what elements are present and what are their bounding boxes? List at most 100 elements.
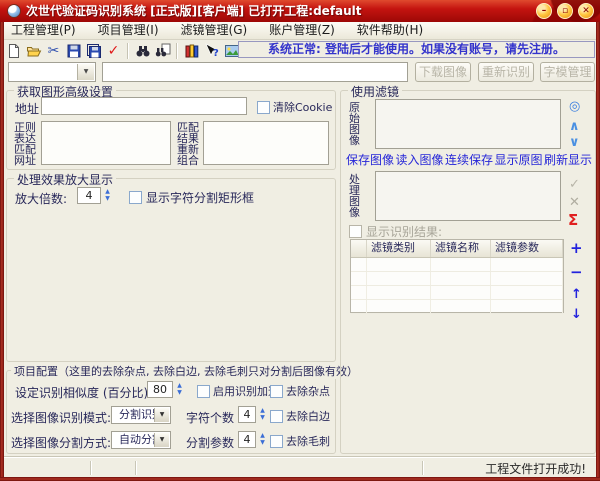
save-all-button[interactable] <box>84 41 103 60</box>
refresh-display-link[interactable]: 刷新显示 <box>544 151 592 168</box>
cut-button[interactable]: ✂ <box>44 41 63 60</box>
address-label: 地址 <box>15 100 39 117</box>
close-button[interactable]: ✕ <box>578 3 594 19</box>
captcha-url-input[interactable] <box>102 62 408 82</box>
image-link-row: 保存图像 读入图像 连续保存 显示原图 刷新显示 <box>346 151 592 168</box>
download-image-button[interactable]: 下载图像 <box>415 62 471 82</box>
charcount-stepper[interactable]: ▲ ▼ <box>257 406 268 423</box>
maximize-button[interactable]: ▫ <box>557 3 573 19</box>
open-project-button[interactable] <box>24 41 43 60</box>
show-original-link[interactable]: 显示原图 <box>494 151 542 168</box>
header-filter-category[interactable]: 滤镜类别 <box>367 240 431 257</box>
spin-down-icon[interactable]: ▼ <box>257 415 268 421</box>
spin-down-icon[interactable]: ▼ <box>174 390 185 396</box>
similarity-stepper[interactable]: ▲ ▼ <box>174 381 185 398</box>
show-result-option: 显示识别结果: <box>349 223 442 240</box>
add-filter-icon[interactable]: + <box>570 239 583 257</box>
cancel-cross-icon[interactable]: ✕ <box>569 195 580 210</box>
menu-project-mgmt[interactable]: 工程管理(P) <box>0 22 87 39</box>
accel-option[interactable]: 启用识别加速 <box>197 383 279 399</box>
regex-url-textarea[interactable] <box>41 121 171 165</box>
toolbar: ✂ ✓ ? <box>4 40 236 61</box>
spin-down-icon[interactable]: ▼ <box>102 196 113 202</box>
spin-down-icon[interactable]: ▼ <box>257 440 268 446</box>
project-combobox[interactable]: ▼ <box>8 62 96 82</box>
status-message: 工程文件打开成功! <box>485 460 586 477</box>
splitparam-stepper[interactable]: ▲ ▼ <box>257 431 268 448</box>
zoom-factor-stepper[interactable]: ▲ ▼ <box>102 187 113 204</box>
filter-table-header: 滤镜类别 滤镜名称 滤镜参数 <box>351 240 563 258</box>
table-row[interactable] <box>351 258 563 272</box>
header-filter-params[interactable]: 滤镜参数 <box>491 240 563 257</box>
recombine-textarea[interactable] <box>203 121 329 165</box>
load-image-link[interactable]: 读入图像 <box>395 151 443 168</box>
show-result-label: 显示识别结果: <box>366 223 442 240</box>
save-all-icon <box>86 43 102 59</box>
move-up-icon[interactable]: ↑ <box>571 287 582 302</box>
binoculars-icon <box>135 43 151 59</box>
burr-checkbox[interactable] <box>270 435 283 448</box>
mode-dropdown[interactable]: 分割识别 ▼ <box>111 406 171 424</box>
mode-label: 选择图像识别模式: <box>11 409 111 426</box>
split-dropdown[interactable]: 自动分割 ▼ <box>111 431 171 449</box>
target-icon[interactable]: ◎ <box>569 99 580 114</box>
header-blank <box>351 240 367 257</box>
apply-check-icon[interactable]: ✓ <box>569 177 580 192</box>
confirm-button[interactable]: ✓ <box>104 41 123 60</box>
menu-account-mgmt[interactable]: 账户管理(Z) <box>258 22 346 39</box>
filter-group: 使用滤镜 原 始 图 像 ◎ ∧ ∨ 保存图像 读入图像 连续保存 显示原图 刷… <box>340 90 596 454</box>
chevron-down-icon[interactable]: ▼ <box>77 64 94 80</box>
app-icon <box>7 4 21 18</box>
show-split-rect-checkbox[interactable] <box>129 191 142 204</box>
chevron-up-icon[interactable]: ∧ <box>569 119 580 134</box>
continuous-save-link[interactable]: 连续保存 <box>445 151 493 168</box>
filter-table[interactable]: 滤镜类别 滤镜名称 滤镜参数 <box>350 239 564 313</box>
chevron-down-icon[interactable]: ▼ <box>154 408 169 422</box>
font-template-button[interactable]: 字模管理 <box>540 62 595 82</box>
remove-filter-icon[interactable]: − <box>570 263 583 281</box>
show-split-rect-option[interactable]: 显示字符分割矩形框 <box>129 189 254 206</box>
chevron-down-icon[interactable]: ▼ <box>154 433 169 447</box>
header-filter-name[interactable]: 滤镜名称 <box>431 240 491 257</box>
project-config-group: 项目配置（这里的去除杂点, 去除白边, 去除毛刺只对分割后图像有效） 设定识别相… <box>6 370 336 454</box>
denoise-option[interactable]: 去除杂点 <box>270 383 330 399</box>
binoculars-page-icon <box>155 43 171 59</box>
sigma-icon[interactable]: Σ <box>568 211 578 229</box>
save-button[interactable] <box>64 41 83 60</box>
menu-help[interactable]: 软件帮助(H) <box>346 22 434 39</box>
context-help-button[interactable]: ? <box>202 41 221 60</box>
clear-cookie-option[interactable]: 清除Cookie <box>257 99 332 115</box>
whiteedge-checkbox[interactable] <box>270 410 283 423</box>
capture-settings-group: 获取图形高级设置 地址 清除Cookie 正则 表达 匹配 网址 匹配 结果 重… <box>6 90 336 170</box>
regex-url-label: 正则 表达 匹配 网址 <box>14 122 36 166</box>
clear-cookie-checkbox[interactable] <box>257 101 270 114</box>
status-bar: 工程文件打开成功! <box>0 457 600 477</box>
move-down-icon[interactable]: ↓ <box>571 307 582 322</box>
table-row[interactable] <box>351 300 563 314</box>
new-file-button[interactable] <box>4 41 23 60</box>
denoise-checkbox[interactable] <box>270 385 283 398</box>
minimize-button[interactable]: – <box>536 3 552 19</box>
accel-checkbox[interactable] <box>197 385 210 398</box>
statistics-button[interactable] <box>182 41 201 60</box>
new-file-icon <box>6 43 22 59</box>
find-button[interactable] <box>133 41 152 60</box>
whiteedge-option[interactable]: 去除白边 <box>270 408 330 424</box>
splitparam-value[interactable]: 4 <box>238 431 256 448</box>
similarity-value[interactable]: 80 <box>147 381 173 398</box>
chevron-down-icon[interactable]: ∨ <box>569 135 580 150</box>
charcount-value[interactable]: 4 <box>238 406 256 423</box>
table-row[interactable] <box>351 272 563 286</box>
zoom-factor-value[interactable]: 4 <box>77 187 101 204</box>
table-row[interactable] <box>351 286 563 300</box>
menu-filter-mgmt[interactable]: 滤镜管理(G) <box>170 22 259 39</box>
title-bar[interactable]: 次世代验证码识别系统 [正式版][客户端] 已打开工程:default – ▫ … <box>0 0 600 22</box>
menu-item-mgmt[interactable]: 项目管理(I) <box>87 22 170 39</box>
burr-option[interactable]: 去除毛刺 <box>270 433 330 449</box>
rerecognize-button[interactable]: 重新识别 <box>478 62 534 82</box>
window-title: 次世代验证码识别系统 [正式版][客户端] 已打开工程:default <box>26 0 362 22</box>
address-input[interactable] <box>41 97 247 115</box>
save-image-link[interactable]: 保存图像 <box>346 151 394 168</box>
whiteedge-label: 去除白边 <box>286 408 330 424</box>
find-in-page-button[interactable] <box>153 41 172 60</box>
